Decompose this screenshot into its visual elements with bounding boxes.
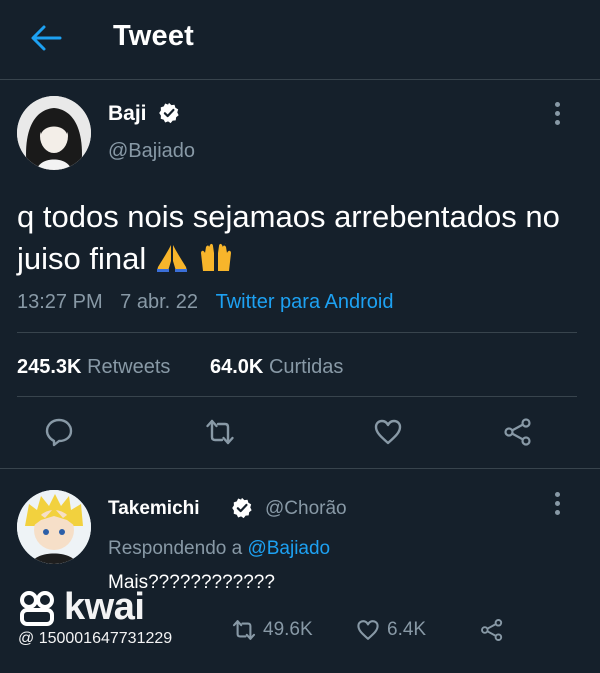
replying-to-link[interactable]: @Bajiado [247,538,330,559]
author-avatar[interactable] [17,96,91,170]
kwai-logo-icon [20,590,54,626]
reply-author-avatar[interactable] [17,490,91,564]
divider [17,332,577,333]
likes-label[interactable]: Curtidas [269,356,343,378]
raising-hands-emoji [198,239,234,284]
retweet-icon [232,620,256,640]
folded-hands-emoji [155,242,189,284]
more-vertical-icon[interactable] [553,102,561,128]
divider [17,396,577,397]
tweet-text-content: q todos nois sejamaos arrebentados no ju… [17,199,560,276]
verified-badge-icon [159,102,179,124]
avatar-image [17,490,91,564]
more-vertical-icon[interactable] [553,492,561,518]
kwai-brand: kwai [64,586,145,628]
author-handle[interactable]: @Bajiado [108,140,195,163]
tweet-text: q todos nois sejamaos arrebentados no ju… [17,196,577,284]
reply-author-handle[interactable]: @Chorão [265,498,347,520]
reply-retweet[interactable]: 49.6K [232,618,313,642]
like-icon[interactable] [373,417,403,447]
retweet-icon[interactable] [205,417,235,447]
tweet-date: 7 abr. 22 [120,291,199,313]
author-name[interactable]: Baji [108,102,147,126]
reply-icon[interactable] [44,417,74,447]
verified-badge-icon [232,497,252,519]
like-icon [357,620,379,640]
tweet-source[interactable]: Twitter para Android [216,291,394,313]
replying-to: Respondendo a @Bajiado [108,538,330,560]
tweet-meta: 13:27 PM 7 abr. 22 Twitter para Android [17,291,393,314]
page-title: Tweet [113,20,195,52]
share-icon[interactable] [480,618,504,642]
back-arrow-icon[interactable] [30,24,62,52]
share-icon[interactable] [503,417,533,447]
divider [0,468,600,469]
tweet-stats: 245.3K Retweets 64.0K Curtidas [17,356,377,379]
reply-like-count: 6.4K [387,619,427,640]
reply-like[interactable]: 6.4K [356,618,426,642]
avatar-image [17,96,91,170]
tweet-actions [0,414,600,454]
reply-author-name[interactable]: Takemichi [108,498,200,520]
reply-retweet-count: 49.6K [263,619,313,640]
likes-count[interactable]: 64.0K [210,356,263,378]
top-app-bar: Tweet [0,0,600,80]
tweet-time: 13:27 PM [17,291,103,313]
kwai-user-id: @ 150001647731229 [18,630,173,647]
retweets-count[interactable]: 245.3K [17,356,82,378]
replying-prefix: Respondendo a [108,538,243,559]
retweets-label[interactable]: Retweets [87,356,170,378]
kwai-logo: kwai [18,586,145,629]
